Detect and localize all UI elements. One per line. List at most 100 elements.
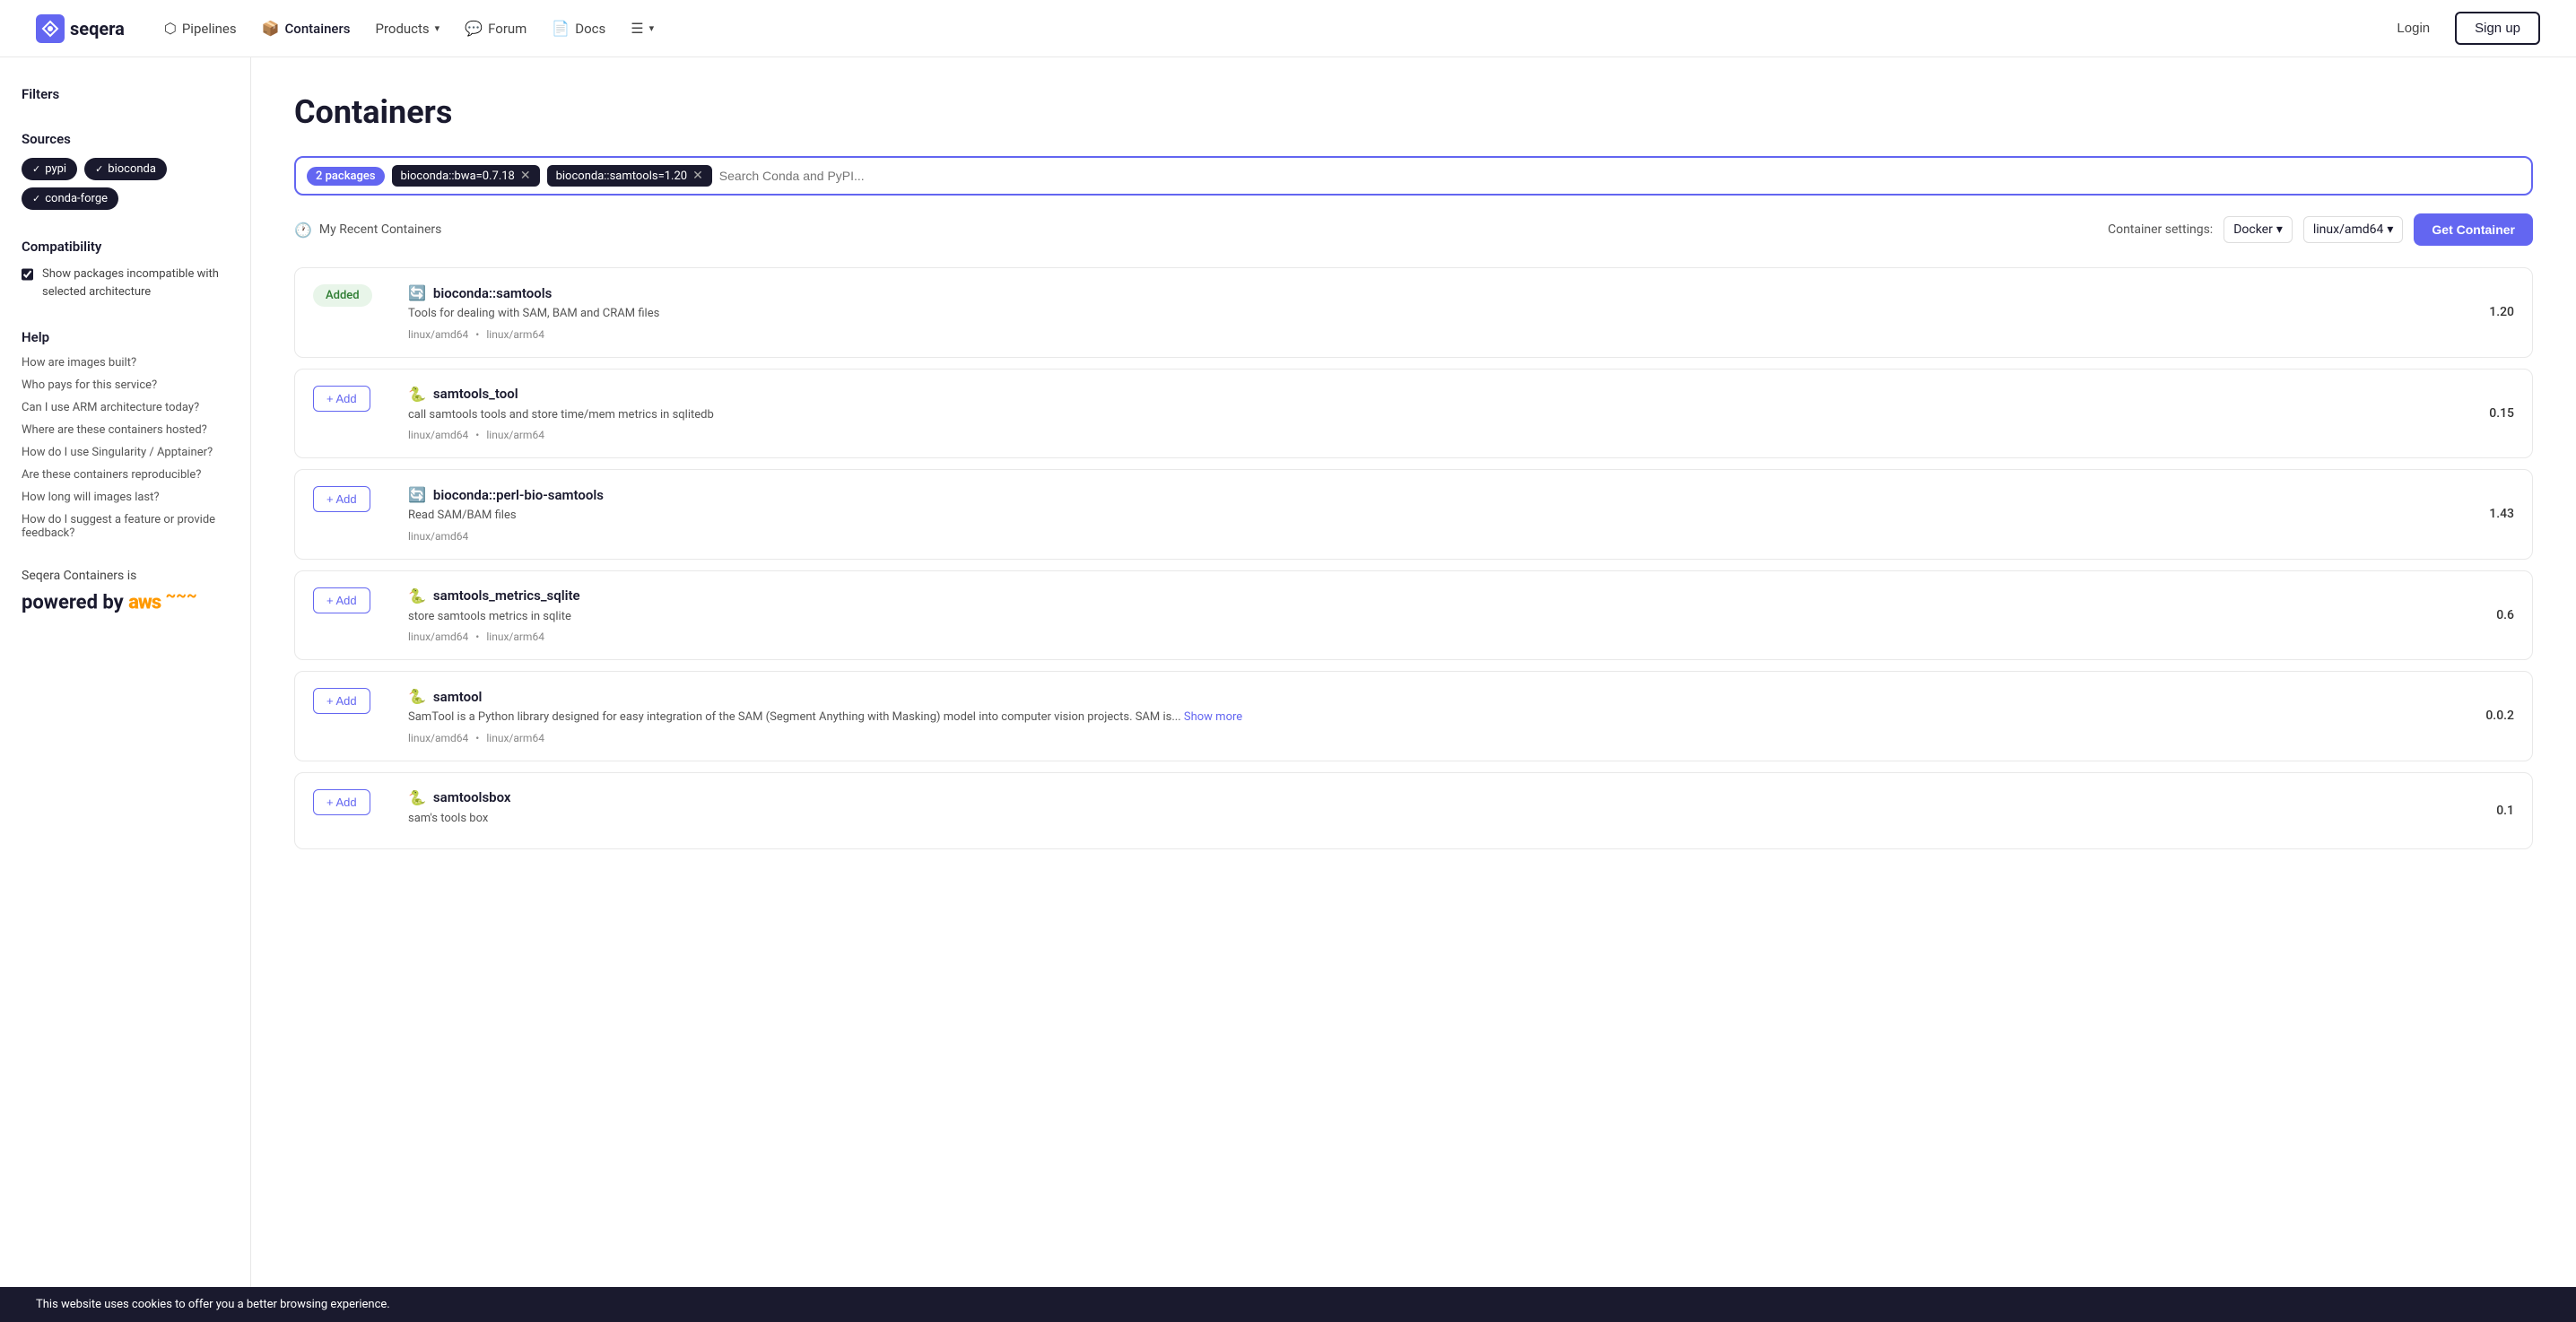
- nav-more[interactable]: ☰ ▾: [620, 13, 665, 44]
- help-links-list: How are images built? Who pays for this …: [22, 356, 229, 540]
- nav-forum[interactable]: 💬 Forum: [454, 13, 537, 44]
- help-link-1[interactable]: Who pays for this service?: [22, 378, 229, 392]
- bioconda-icon-2: 🔄: [408, 486, 426, 503]
- help-link-4[interactable]: How do I use Singularity / Apptainer?: [22, 446, 229, 459]
- search-input[interactable]: [719, 169, 2520, 183]
- package-card-samtools-metrics-sqlite: + Add 🐍 samtools_metrics_sqlite store sa…: [294, 570, 2533, 661]
- pkg-desc-5: sam's tools box: [408, 810, 2455, 828]
- nav-docs[interactable]: 📄 Docs: [541, 13, 616, 44]
- source-tag-conda-forge[interactable]: ✓ conda-forge: [22, 187, 118, 210]
- package-info-4: 🐍 samtool SamTool is a Python library de…: [408, 688, 2455, 744]
- filter-tag-bwa-label: bioconda::bwa=0.7.18: [401, 170, 515, 183]
- pkg-platforms-2: linux/amd64: [408, 530, 2455, 543]
- nav-pipelines-label: Pipelines: [182, 21, 237, 37]
- package-action-5: + Add: [313, 789, 394, 815]
- package-card-perl-bio-samtools: + Add 🔄 bioconda::perl-bio-samtools Read…: [294, 469, 2533, 560]
- pypi-icon-1: 🐍: [408, 386, 426, 403]
- search-bar: 2 packages bioconda::bwa=0.7.18 ✕ biocon…: [294, 156, 2533, 196]
- compatibility-row: Show packages incompatible with selected…: [22, 265, 229, 300]
- package-header-2: 🔄 bioconda::perl-bio-samtools: [408, 486, 2455, 503]
- nav-products[interactable]: Products ▾: [364, 13, 450, 44]
- pkg-name-4: samtool: [433, 689, 483, 705]
- package-action-0: Added: [313, 284, 394, 307]
- logo[interactable]: seqera: [36, 14, 125, 43]
- package-info-1: 🐍 samtools_tool call samtools tools and …: [408, 386, 2455, 442]
- docker-chevron-icon: ▾: [2276, 222, 2283, 237]
- settings-label: Container settings:: [2108, 222, 2213, 237]
- pipelines-icon: ⬡: [164, 20, 177, 37]
- main-content: Containers 2 packages bioconda::bwa=0.7.…: [251, 57, 2576, 1322]
- package-action-1: + Add: [313, 386, 394, 412]
- containers-icon: 📦: [262, 20, 280, 37]
- get-container-button[interactable]: Get Container: [2414, 213, 2533, 246]
- source-tag-pypi[interactable]: ✓ pypi: [22, 158, 77, 180]
- nav-products-label: Products: [375, 21, 429, 37]
- help-link-5[interactable]: Are these containers reproducible?: [22, 468, 229, 482]
- nav-links: ⬡ Pipelines 📦 Containers Products ▾ 💬 Fo…: [153, 13, 665, 44]
- navbar: seqera ⬡ Pipelines 📦 Containers Products…: [0, 0, 2576, 57]
- compatibility-section: Compatibility Show packages incompatible…: [22, 239, 229, 300]
- nav-docs-label: Docs: [575, 21, 605, 37]
- logo-text: seqera: [70, 18, 125, 39]
- help-link-2[interactable]: Can I use ARM architecture today?: [22, 401, 229, 414]
- compatibility-checkbox[interactable]: [22, 267, 33, 282]
- add-button-1[interactable]: + Add: [313, 386, 370, 412]
- source-label-conda-forge: conda-forge: [45, 192, 108, 205]
- add-button-5[interactable]: + Add: [313, 789, 370, 815]
- docker-select[interactable]: Docker ▾: [2224, 216, 2293, 243]
- signup-button[interactable]: Sign up: [2455, 12, 2540, 45]
- platform-tag-1-1: linux/arm64: [486, 429, 544, 441]
- check-icon-pypi: ✓: [32, 163, 40, 175]
- pkg-version-2: 1.43: [2469, 507, 2514, 521]
- compatibility-label: Show packages incompatible with selected…: [42, 265, 229, 300]
- recent-containers-btn[interactable]: 🕐 My Recent Containers: [294, 222, 441, 239]
- arch-select[interactable]: linux/amd64 ▾: [2303, 216, 2404, 243]
- dot-0: •: [475, 328, 479, 341]
- cookie-bar: This website uses cookies to offer you a…: [0, 1287, 2576, 1322]
- add-button-4[interactable]: + Add: [313, 688, 370, 714]
- filter-tag-samtools-label: bioconda::samtools=1.20: [556, 170, 687, 183]
- bioconda-icon-0: 🔄: [408, 284, 426, 301]
- dot-4: •: [475, 732, 479, 744]
- source-label-bioconda: bioconda: [108, 162, 156, 176]
- platform-tag-2-0: linux/amd64: [408, 530, 468, 543]
- cookie-text: This website uses cookies to offer you a…: [36, 1298, 390, 1311]
- platform-tag-4-0: linux/amd64: [408, 732, 468, 744]
- help-link-7[interactable]: How do I suggest a feature or provide fe…: [22, 513, 229, 540]
- sources-tags: ✓ pypi ✓ bioconda ✓ conda-forge: [22, 158, 229, 210]
- aws-powered-text: Seqera Containers is powered by aws ~~~: [22, 569, 229, 613]
- chevron-down-icon: ▾: [435, 22, 440, 34]
- nav-forum-label: Forum: [488, 21, 527, 37]
- login-button[interactable]: Login: [2382, 13, 2444, 43]
- dot-3: •: [475, 631, 479, 643]
- nav-containers[interactable]: 📦 Containers: [251, 13, 361, 44]
- pkg-name-1: samtools_tool: [433, 386, 518, 402]
- nav-containers-label: Containers: [285, 21, 351, 37]
- package-info-5: 🐍 samtoolsbox sam's tools box: [408, 789, 2455, 833]
- add-button-3[interactable]: + Add: [313, 587, 370, 613]
- pkg-version-1: 0.15: [2469, 406, 2514, 421]
- platform-tag-0-0: linux/amd64: [408, 328, 468, 341]
- package-action-3: + Add: [313, 587, 394, 613]
- show-more-4[interactable]: Show more: [1184, 710, 1242, 724]
- source-tag-bioconda[interactable]: ✓ bioconda: [84, 158, 167, 180]
- docker-label: Docker: [2233, 222, 2273, 237]
- pkg-desc-4: SamTool is a Python library designed for…: [408, 709, 2455, 726]
- sidebar: Filters Sources ✓ pypi ✓ bioconda ✓ cond…: [0, 57, 251, 1322]
- pkg-desc-0: Tools for dealing with SAM, BAM and CRAM…: [408, 305, 2455, 323]
- pkg-desc-text-4: SamTool is a Python library designed for…: [408, 710, 1181, 724]
- help-link-6[interactable]: How long will images last?: [22, 491, 229, 504]
- package-action-2: + Add: [313, 486, 394, 512]
- sources-title: Sources: [22, 131, 229, 147]
- check-icon-bioconda: ✓: [95, 163, 103, 175]
- source-label-pypi: pypi: [45, 162, 66, 176]
- help-link-3[interactable]: Where are these containers hosted?: [22, 423, 229, 437]
- nav-pipelines[interactable]: ⬡ Pipelines: [153, 13, 248, 44]
- package-card-samtools-tool: + Add 🐍 samtools_tool call samtools tool…: [294, 369, 2533, 459]
- pypi-icon-4: 🐍: [408, 688, 426, 705]
- filter-remove-bwa[interactable]: ✕: [520, 169, 531, 183]
- help-link-0[interactable]: How are images built?: [22, 356, 229, 370]
- pkg-count-badge: 2 packages: [307, 167, 385, 186]
- filter-remove-samtools[interactable]: ✕: [692, 169, 703, 183]
- add-button-2[interactable]: + Add: [313, 486, 370, 512]
